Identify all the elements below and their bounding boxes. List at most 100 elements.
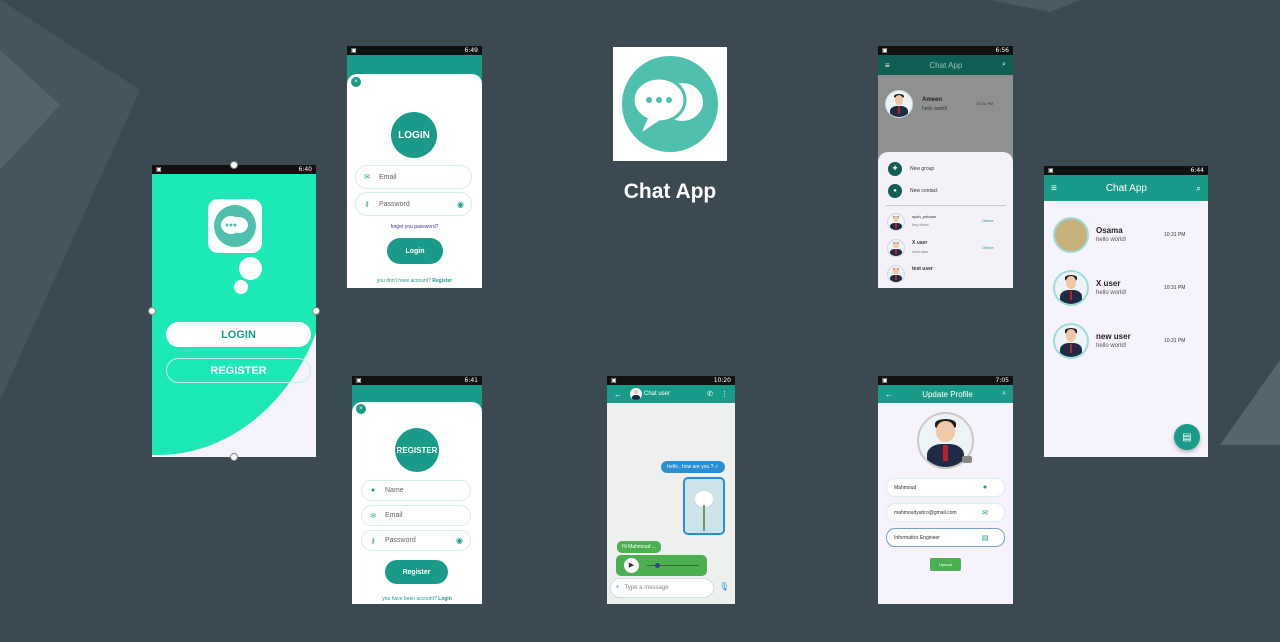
user-name: ayah_pekaan	[912, 214, 937, 219]
status-bar: ▣ 6:41	[352, 376, 482, 385]
chat-bubbles-icon	[622, 56, 718, 152]
avatar	[887, 239, 905, 257]
register-button[interactable]: Register	[385, 560, 448, 584]
search-icon[interactable]: ⌕	[1196, 183, 1201, 194]
login-screen: ▣ 6:49 × LOGIN ✉ Email ⚷ Password ◉ forget y…	[347, 46, 482, 288]
chat-time: 10:31 PM	[1164, 232, 1186, 238]
avatar	[885, 90, 913, 118]
avatar	[887, 213, 905, 231]
chat-screen: ▣ 10:20 ← Chat user ✆ ⋮ hello , how are y…	[607, 376, 735, 604]
chat-name: Osama	[1096, 226, 1123, 235]
key-icon: ⚷	[370, 537, 376, 545]
camera-icon[interactable]	[962, 456, 972, 463]
user-subtitle: hey there	[912, 222, 929, 227]
eye-icon[interactable]: ◉	[456, 536, 463, 545]
status-bar: ▣ 7:05	[878, 376, 1013, 385]
user-status: Online	[982, 218, 994, 223]
app-title: Chat App	[623, 180, 717, 203]
upload-button[interactable]: Upload	[930, 558, 961, 571]
message-input[interactable]: + Type a message	[610, 578, 714, 598]
selection-handle[interactable]	[148, 307, 156, 315]
email-field[interactable]: ✉ Email	[361, 505, 471, 526]
divider	[886, 205, 1006, 206]
bottom-sheet: ✚ New group ● New contact ayah_pekaan he…	[878, 152, 1013, 288]
selection-handle[interactable]	[230, 161, 238, 169]
person-icon: ●	[982, 484, 988, 491]
outgoing-message: hello , how are you ? ✓	[661, 461, 725, 473]
register-screen: ▣ 6:41 × REGISTER ● Name ✉ Email ⚷ Password ◉…	[352, 376, 482, 604]
new-chat-menu-screen: ▣ 6:56 ≡ Chat App ⌕ Ameen hello world! 10…	[878, 46, 1013, 288]
image-message[interactable]	[683, 477, 725, 535]
password-field[interactable]: ⚷ Password ◉	[355, 192, 472, 216]
appbar: ← Update Profile ⌕	[878, 385, 1013, 403]
chat-icon: ▤	[981, 534, 989, 542]
user-status: Online	[982, 245, 994, 250]
new-contact-item[interactable]: ● New contact	[888, 184, 938, 198]
chat-message: hello world!	[1096, 343, 1127, 349]
chat-name: X user	[1096, 279, 1121, 288]
login-title: LOGIN	[391, 112, 437, 158]
search-icon[interactable]: ⌕	[1002, 390, 1006, 398]
back-arrow-icon[interactable]: ←	[614, 390, 622, 399]
chat-name: Ameen	[922, 97, 943, 103]
register-title: REGISTER	[395, 428, 439, 472]
bubble-decoration	[239, 257, 262, 280]
phone-icon[interactable]: ✆	[707, 390, 713, 398]
login-link[interactable]: Login	[438, 596, 452, 602]
more-icon[interactable]: ⋮	[721, 390, 728, 398]
login-button[interactable]: Login	[387, 238, 443, 264]
mail-icon: ✉	[982, 509, 988, 517]
close-icon[interactable]: ×	[351, 77, 361, 87]
incoming-message: Hi Mahmoud ...	[617, 541, 661, 553]
back-arrow-icon[interactable]: ←	[885, 390, 893, 399]
name-field[interactable]: Mahmoud ●	[886, 478, 1005, 497]
chat-list-screen: ▣ 6:44 ≡ Chat App ⌕ Osama hello world! 10…	[1044, 166, 1208, 457]
mic-icon[interactable]: 🎙	[719, 582, 729, 591]
appbar: ≡ Chat App ⌕	[1044, 175, 1208, 201]
status-bar: ▣ 6:44	[1044, 166, 1208, 175]
register-link[interactable]: Register	[432, 278, 452, 284]
update-profile-screen: ▣ 7:05 ← Update Profile ⌕ Mahmoud ● mahmou…	[878, 376, 1013, 604]
mail-icon: ✉	[364, 174, 370, 181]
avatar	[630, 388, 642, 400]
voice-message[interactable]: ▶	[616, 555, 707, 576]
search-icon[interactable]: ⌕	[1002, 61, 1006, 69]
app-logo-tile	[613, 47, 727, 161]
close-icon[interactable]: ×	[356, 404, 366, 414]
app-icon	[208, 199, 262, 253]
plus-icon[interactable]: +	[616, 585, 620, 591]
register-prompt: you don't have account? Register	[376, 278, 453, 284]
chat-message: hello world!	[1096, 290, 1127, 296]
chat-time: 10:31 PM	[1164, 285, 1186, 291]
email-field[interactable]: ✉ Email	[355, 165, 472, 189]
register-button[interactable]: REGISTER	[166, 358, 311, 383]
selection-handle[interactable]	[230, 453, 238, 461]
eye-icon[interactable]: ◉	[457, 200, 464, 209]
name-field[interactable]: ● Name	[361, 480, 471, 501]
email-field[interactable]: mahmoudyahro@gmail.com ✉	[886, 503, 1005, 522]
selection-handle[interactable]	[312, 307, 320, 315]
chat-user-name: Chat user	[644, 391, 671, 397]
job-field[interactable]: Informatics Engineer ▤	[886, 528, 1005, 547]
chat-time: 10:31 PM	[1164, 338, 1186, 344]
play-icon[interactable]: ▶	[624, 558, 639, 573]
contact-icon: ●	[888, 184, 902, 198]
chat-message: hello world!	[922, 106, 948, 112]
avatar	[1053, 270, 1089, 306]
chat-time: 10:31 PM	[976, 101, 994, 106]
forgot-password-link[interactable]: forget you password?	[347, 224, 482, 230]
new-chat-fab[interactable]: ▤	[1174, 424, 1200, 450]
password-field[interactable]: ⚷ Password ◉	[361, 530, 471, 551]
avatar	[887, 265, 905, 283]
status-bar: ▣ 10:20	[607, 376, 735, 385]
user-name: test user	[912, 266, 933, 272]
key-icon: ⚷	[364, 201, 370, 208]
user-subtitle: chat user	[912, 249, 929, 254]
new-group-item[interactable]: ✚ New group	[888, 162, 934, 176]
avatar	[1053, 323, 1089, 359]
avatar	[1053, 217, 1089, 253]
bubble-decoration-small	[234, 280, 248, 294]
chat-name: new user	[1096, 332, 1131, 341]
login-button[interactable]: LOGIN	[166, 322, 311, 347]
group-icon: ✚	[888, 162, 902, 176]
